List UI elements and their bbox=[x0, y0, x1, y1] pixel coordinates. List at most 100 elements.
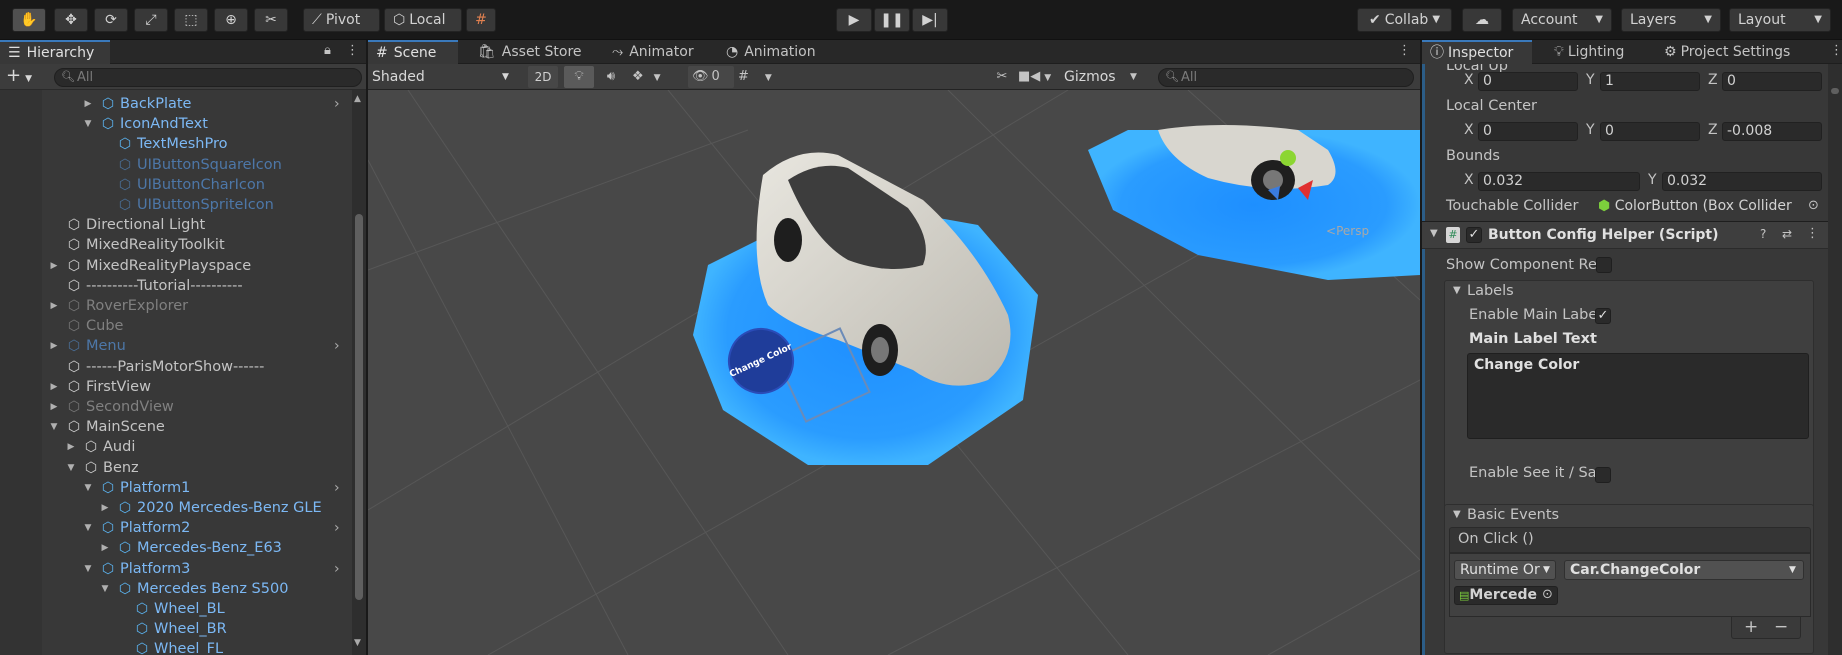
tab-inspector[interactable]: ⓘ Inspector bbox=[1422, 40, 1532, 64]
hierarchy-item[interactable]: ▶ ⬡ BackPlate › bbox=[0, 94, 350, 114]
layout-dropdown[interactable]: Layout ▼ bbox=[1729, 8, 1831, 32]
scene-search-input[interactable]: 🔍︎ All bbox=[1158, 68, 1414, 87]
camera-dropdown[interactable]: ■◀ ▼ bbox=[1018, 66, 1062, 88]
hierarchy-search-input[interactable]: 🔍︎ All bbox=[54, 68, 362, 87]
bounds-x-field[interactable]: 0.032 bbox=[1478, 172, 1640, 191]
expand-arrow-icon[interactable]: ▼ bbox=[1453, 285, 1461, 296]
hierarchy-item[interactable]: ▼ ⬡ MainScene bbox=[0, 417, 350, 437]
rect-tool-button[interactable]: ⬚ bbox=[174, 8, 208, 32]
collapse-arrow-icon[interactable]: ▶ bbox=[99, 543, 111, 553]
hidden-objects-toggle[interactable]: 👁︎ 0 bbox=[688, 66, 734, 88]
play-button[interactable]: ▶ bbox=[836, 8, 872, 32]
hierarchy-item[interactable]: ▼ ⬡ Platform1 › bbox=[0, 478, 350, 498]
local-toggle[interactable]: ⬡ Local bbox=[384, 8, 462, 32]
expand-arrow-icon[interactable]: ▼ bbox=[65, 463, 77, 473]
enable-see-it-checkbox[interactable] bbox=[1595, 467, 1611, 483]
hierarchy-item[interactable]: ⬡ UIButtonCharIcon bbox=[0, 175, 350, 195]
remove-event-button[interactable]: − bbox=[1774, 617, 1788, 637]
chevron-right-icon[interactable]: › bbox=[334, 480, 340, 496]
tab-hierarchy[interactable]: ☰ Hierarchy bbox=[0, 40, 110, 64]
chevron-right-icon[interactable]: › bbox=[334, 96, 340, 112]
collapse-arrow-icon[interactable]: ▶ bbox=[48, 402, 60, 412]
local-center-x-field[interactable]: 0 bbox=[1478, 122, 1578, 141]
enable-main-label-checkbox[interactable]: ✓ bbox=[1595, 308, 1611, 324]
collapse-arrow-icon[interactable]: ▶ bbox=[48, 341, 60, 351]
lock-icon[interactable]: 🔒︎ bbox=[324, 44, 331, 57]
hierarchy-item[interactable]: ⬡ UIButtonSpriteIcon bbox=[0, 195, 350, 215]
layers-dropdown[interactable]: Layers ▼ bbox=[1621, 8, 1721, 32]
tab-project-settings[interactable]: ⚙ Project Settings bbox=[1656, 40, 1798, 64]
collab-dropdown[interactable]: ✔ Collab ▼ bbox=[1357, 8, 1452, 32]
hierarchy-item[interactable]: ⬡ Wheel_BL bbox=[0, 599, 350, 619]
labels-header[interactable]: Labels bbox=[1467, 283, 1514, 299]
object-picker-icon[interactable]: ⊙ bbox=[1808, 198, 1819, 213]
kebab-menu-icon[interactable]: ⋮ bbox=[1398, 44, 1411, 57]
hierarchy-item[interactable]: ⬡ TextMeshPro bbox=[0, 134, 350, 154]
persp-label[interactable]: <Persp bbox=[1326, 224, 1369, 238]
local-up-y-field[interactable]: 1 bbox=[1600, 72, 1700, 91]
hierarchy-item[interactable]: ⬡ ----------Tutorial---------- bbox=[0, 276, 350, 296]
show-component-refs-checkbox[interactable] bbox=[1596, 257, 1612, 273]
gizmos-button[interactable]: Gizmos bbox=[1064, 66, 1128, 88]
grid-snap-button[interactable]: # bbox=[466, 8, 496, 32]
object-picker-icon[interactable]: ⊙ bbox=[1542, 587, 1553, 602]
move-tool-button[interactable]: ✥ bbox=[54, 8, 88, 32]
tab-lighting[interactable]: 💡︎ Lighting bbox=[1546, 40, 1632, 64]
local-up-x-field[interactable]: 0 bbox=[1478, 72, 1578, 91]
scrollbar-thumb[interactable] bbox=[355, 214, 363, 600]
add-event-button[interactable]: + bbox=[1744, 617, 1758, 637]
hierarchy-item[interactable]: ▶ ⬡ Menu › bbox=[0, 336, 350, 356]
rotate-tool-button[interactable]: ⟳ bbox=[94, 8, 128, 32]
audio-toggle[interactable]: 🔊︎ bbox=[598, 66, 624, 88]
hierarchy-item[interactable]: ⬡ MixedRealityToolkit bbox=[0, 235, 350, 255]
touchable-collider-field[interactable]: ⬢ ColorButton (Box Collider bbox=[1598, 198, 1824, 217]
hierarchy-item[interactable]: ▼ ⬡ Platform3 › bbox=[0, 559, 350, 579]
expand-arrow-icon[interactable]: ▼ bbox=[82, 483, 94, 493]
tab-asset-store[interactable]: 🛍︎ Asset Store bbox=[470, 40, 590, 64]
collapse-arrow-icon[interactable]: ▶ bbox=[48, 301, 60, 311]
transform-tool-button[interactable]: ⊕ bbox=[214, 8, 248, 32]
gizmos-dropdown[interactable]: ▼ bbox=[1130, 66, 1150, 88]
hierarchy-item[interactable]: ⬡ Wheel_FL bbox=[0, 639, 350, 655]
runtime-mode-dropdown[interactable]: Runtime Or ▼ bbox=[1454, 560, 1556, 580]
hierarchy-item[interactable]: ▶ ⬡ FirstView bbox=[0, 377, 350, 397]
main-label-textarea[interactable]: Change Color bbox=[1467, 353, 1809, 439]
hierarchy-item[interactable]: ⬡ ------ParisMotorShow------ bbox=[0, 357, 350, 377]
scroll-down-icon[interactable]: ▼ bbox=[354, 638, 361, 648]
hierarchy-item[interactable]: ▼ ⬡ Benz bbox=[0, 458, 350, 478]
hierarchy-item[interactable]: ⬡ Directional Light bbox=[0, 215, 350, 235]
scroll-up-icon[interactable]: ▲ bbox=[354, 94, 361, 104]
tab-animator[interactable]: ⤳ Animator bbox=[604, 40, 702, 64]
chevron-right-icon[interactable]: › bbox=[334, 561, 340, 577]
component-enabled-checkbox[interactable]: ✓ bbox=[1466, 227, 1482, 243]
effects-dropdown[interactable]: ❖ ▼ bbox=[626, 66, 670, 88]
inspector-scrollbar[interactable] bbox=[1828, 64, 1842, 655]
scale-tool-button[interactable]: ⤢ bbox=[134, 8, 168, 32]
grid-toggle-dropdown[interactable]: # ▼ bbox=[734, 66, 784, 88]
bounds-y-field[interactable]: 0.032 bbox=[1662, 172, 1822, 191]
hierarchy-scrollbar[interactable]: ▲ ▼ bbox=[352, 90, 366, 655]
component-header[interactable]: ▼ # ✓ Button Config Helper (Script) ? ⇄ … bbox=[1422, 221, 1828, 249]
2d-toggle[interactable]: 2D bbox=[528, 66, 558, 88]
custom-tool-button[interactable]: ✂ bbox=[254, 8, 288, 32]
expand-arrow-icon[interactable]: ▼ bbox=[48, 422, 60, 432]
cloud-button[interactable]: ☁ bbox=[1462, 8, 1502, 32]
hierarchy-item[interactable]: ⬡ Cube bbox=[0, 316, 350, 336]
step-button[interactable]: ▶| bbox=[912, 8, 948, 32]
tab-animation[interactable]: ◔ Animation bbox=[718, 40, 824, 64]
hierarchy-item[interactable]: ▼ ⬡ IconAndText bbox=[0, 114, 350, 134]
basic-events-header[interactable]: Basic Events bbox=[1467, 507, 1559, 523]
local-center-y-field[interactable]: 0 bbox=[1600, 122, 1700, 141]
hierarchy-item[interactable]: ▶ ⬡ 2020 Mercedes-Benz GLE bbox=[0, 498, 350, 518]
expand-arrow-icon[interactable]: ▼ bbox=[82, 119, 94, 129]
hierarchy-item[interactable]: ▶ ⬡ Audi bbox=[0, 437, 350, 457]
hierarchy-item[interactable]: ⬡ Wheel_BR bbox=[0, 619, 350, 639]
collapse-arrow-icon[interactable]: ▶ bbox=[65, 442, 77, 452]
scrollbar-thumb[interactable] bbox=[1831, 88, 1839, 94]
kebab-menu-icon[interactable]: ⋮ bbox=[1830, 44, 1842, 57]
collapse-arrow-icon[interactable]: ▶ bbox=[48, 382, 60, 392]
hierarchy-item[interactable]: ▶ ⬡ MixedRealityPlayspace bbox=[0, 256, 350, 276]
pause-button[interactable]: ❚❚ bbox=[874, 8, 910, 32]
hand-tool-button[interactable]: ✋ bbox=[12, 8, 46, 32]
pivot-toggle[interactable]: ⟋ Pivot bbox=[303, 8, 380, 32]
